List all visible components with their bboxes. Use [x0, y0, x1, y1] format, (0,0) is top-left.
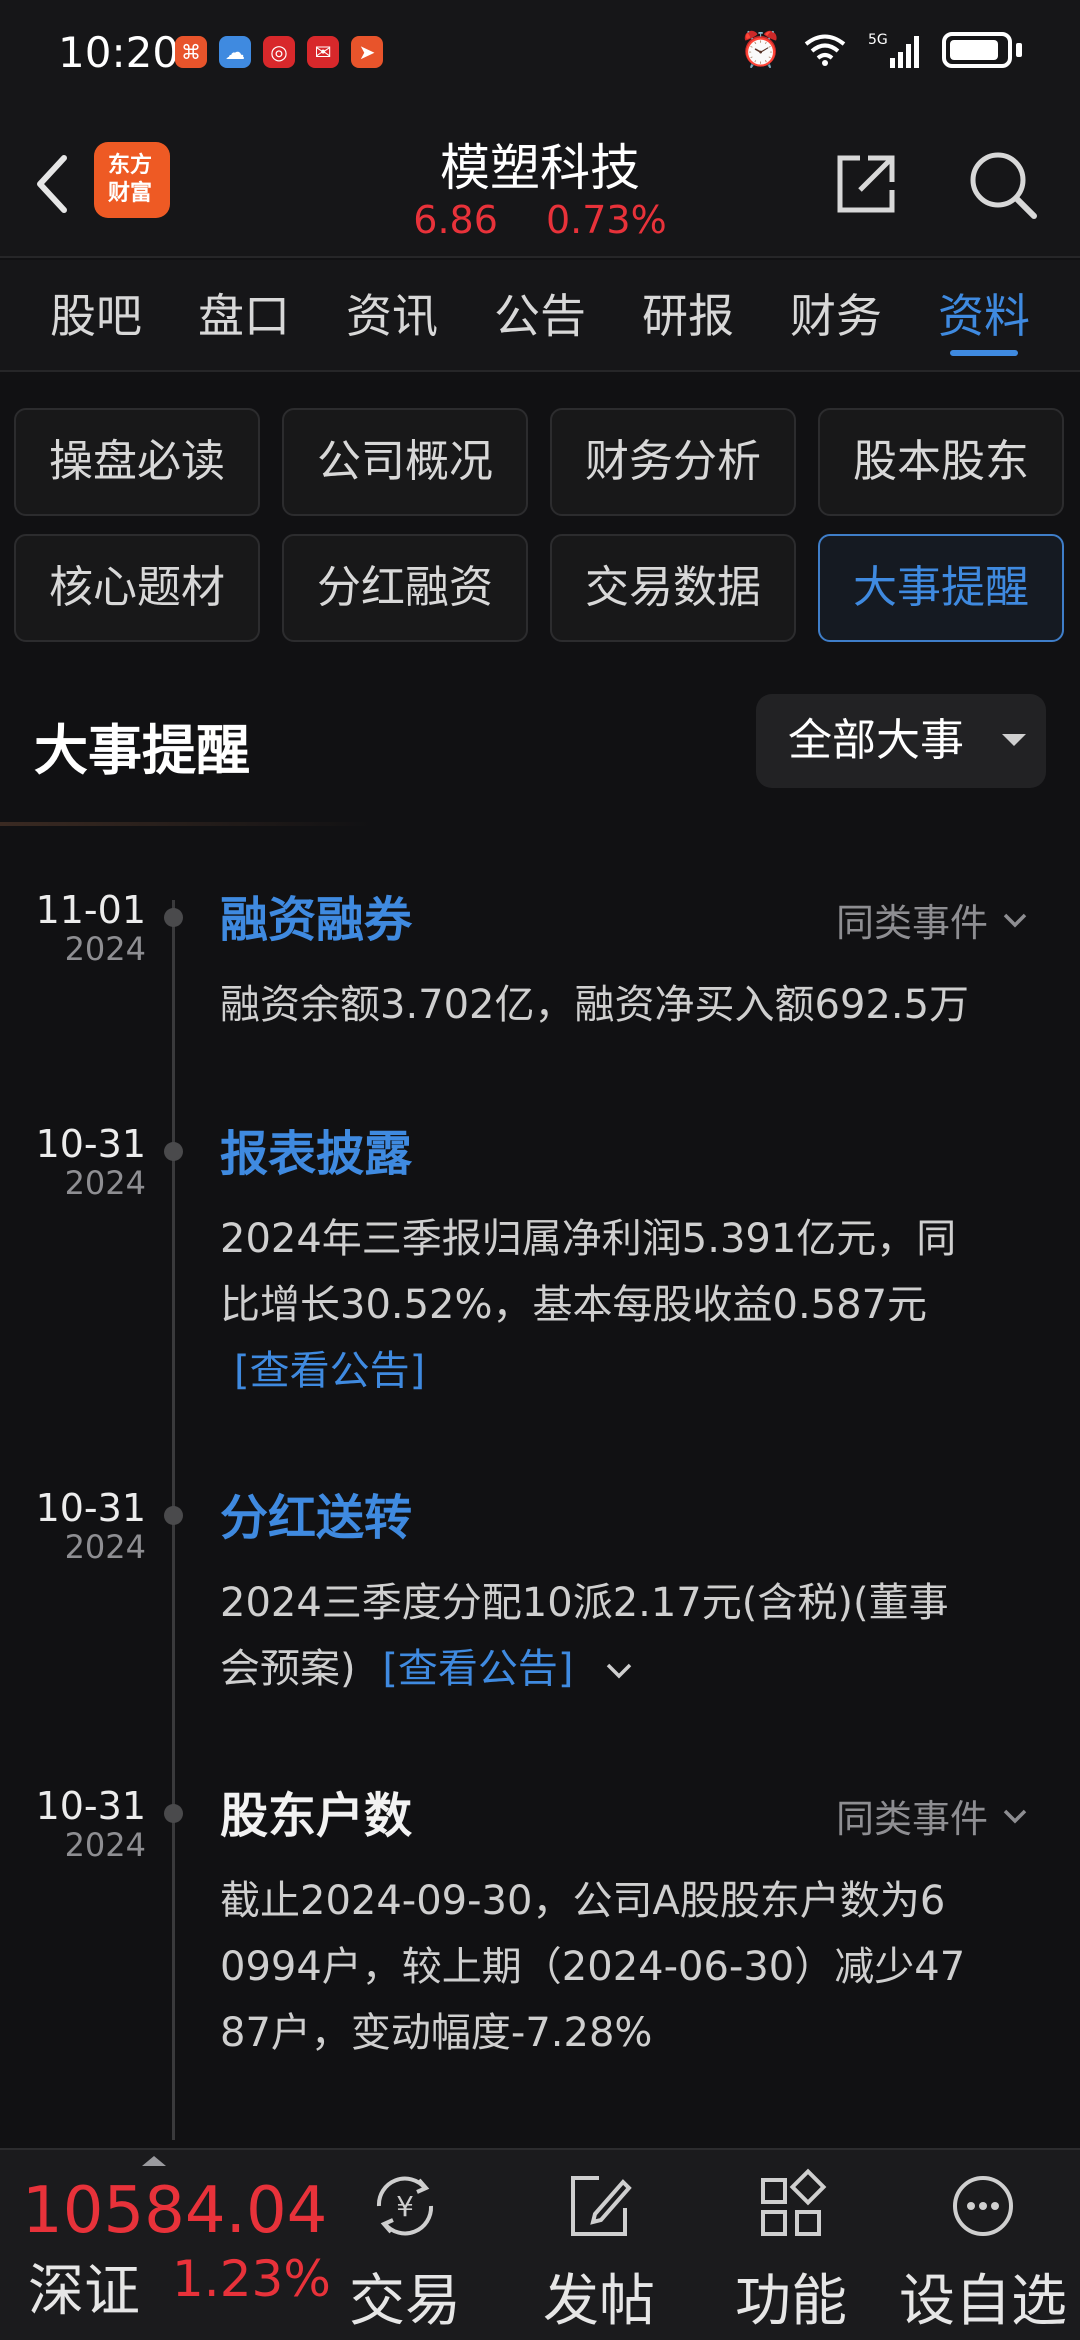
sub-dividends-financing[interactable]: 分红融资: [282, 534, 528, 642]
signal-icon: 5G: [868, 32, 919, 68]
event-title[interactable]: 融资融券: [220, 880, 412, 950]
event-body-line: 0994户，较上期（2024-06-30）减少47: [220, 1944, 966, 1990]
section-title: 大事提醒: [34, 719, 250, 782]
svg-text:¥: ¥: [396, 2190, 414, 2223]
nav-watchlist[interactable]: 设自选: [898, 2156, 1068, 2337]
event-title[interactable]: 分红送转: [220, 1478, 412, 1548]
event-body-line: 会预案): [220, 1646, 356, 1692]
event-date: 10-31: [35, 1486, 146, 1530]
timeline-dot: [164, 1506, 183, 1525]
dropdown-arrow-icon: [1002, 734, 1026, 746]
event-year: 2024: [64, 1528, 146, 1566]
index-change-pct[interactable]: 1.23%: [172, 2250, 331, 2308]
event-body-line: 比增长30.52%，基本每股收益0.587元: [220, 1282, 928, 1328]
notification-icons: ⌘ ☁ ◎ ✉ ➤: [175, 36, 383, 68]
nav-trade-label: 交易: [349, 2269, 461, 2334]
event-body: 2024三季度分配10派2.17元(含税)(董事 会预案) [查看公告]: [220, 1570, 1020, 1702]
timeline-dot: [164, 1142, 183, 1161]
event-title[interactable]: 股东户数: [220, 1776, 412, 1846]
battery-icon: [942, 32, 1012, 68]
timeline-dot: [164, 908, 183, 927]
sub-shareholders[interactable]: 股本股东: [818, 408, 1064, 516]
tab-profile[interactable]: 资料: [910, 260, 1058, 370]
tab-research[interactable]: 研报: [614, 260, 762, 370]
expand-caret-icon[interactable]: [142, 2156, 166, 2166]
event-body-line: 截止2024-09-30，公司A股股东户数为6: [220, 1878, 946, 1924]
nav-post-label: 发帖: [543, 2269, 655, 2334]
similar-events-button[interactable]: 同类事件: [836, 1788, 1028, 1843]
status-time: 10:20: [58, 28, 180, 77]
nav-functions-label: 功能: [735, 2269, 847, 2334]
search-icon[interactable]: [964, 146, 1040, 222]
filter-label: 全部大事: [788, 715, 964, 766]
more-dots-icon: [953, 2176, 1013, 2236]
stock-quote: 6.86 0.73%: [0, 198, 1080, 242]
tab-finance[interactable]: 财务: [762, 260, 910, 370]
expand-chevron-icon[interactable]: [604, 1659, 634, 1683]
chevron-down-icon: [1003, 913, 1027, 927]
system-icons: ⏰ 5G: [740, 30, 1022, 70]
index-value[interactable]: 10584.04: [22, 2174, 327, 2248]
news-notification-icon: ✉: [307, 36, 339, 68]
sub-core-themes[interactable]: 核心题材: [14, 534, 260, 642]
sub-must-read[interactable]: 操盘必读: [14, 408, 260, 516]
stock-change-pct: 0.73%: [545, 198, 667, 242]
sub-major-events[interactable]: 大事提醒: [818, 534, 1064, 642]
event-body: 融资余额3.702亿，融资净买入额692.5万: [220, 972, 1020, 1038]
share-icon[interactable]: [830, 148, 902, 220]
sub-company-overview[interactable]: 公司概况: [282, 408, 528, 516]
bottom-bar: 10584.04 深证 1.23% ¥ 交易 发帖 功能 设自选: [0, 2148, 1080, 2340]
event-year: 2024: [64, 1826, 146, 1864]
trade-icon: ¥: [376, 2176, 434, 2236]
tab-news[interactable]: 资讯: [318, 260, 466, 370]
event-title[interactable]: 报表披露: [220, 1114, 412, 1184]
profile-sub-menu: 操盘必读 公司概况 财务分析 股本股东 核心题材 分红融资 交易数据 大事提醒: [14, 408, 1066, 642]
sub-trading-data[interactable]: 交易数据: [550, 534, 796, 642]
event-year: 2024: [64, 1164, 146, 1202]
nav-functions[interactable]: 功能: [706, 2156, 876, 2337]
section-divider: [0, 822, 370, 826]
tab-pankou[interactable]: 盘口: [170, 260, 318, 370]
event-body: 截止2024-09-30，公司A股股东户数为6 0994户，较上期（2024-0…: [220, 1868, 1020, 2066]
similar-events-button[interactable]: 同类事件: [836, 892, 1028, 947]
chevron-down-icon: [1003, 1809, 1027, 1823]
view-announcement-link[interactable]: [查看公告]: [382, 1646, 573, 1692]
finance-notification-icon: ◎: [263, 36, 295, 68]
battery-cap: [1016, 43, 1022, 57]
grid-apps-icon: [761, 2168, 827, 2236]
event-date: 11-01: [35, 888, 146, 932]
timeline-dot: [164, 1804, 183, 1823]
main-tabs: 股吧 盘口 资讯 公告 研报 财务 资料: [0, 260, 1080, 372]
alarm-icon: ⏰: [739, 30, 782, 70]
event-year: 2024: [64, 930, 146, 968]
event-body-line: 2024三季度分配10派2.17元(含税)(董事: [220, 1580, 949, 1626]
view-announcement-link[interactable]: [查看公告]: [234, 1348, 425, 1394]
stock-name: 模塑科技: [440, 139, 640, 197]
similar-events-label: 同类事件: [835, 901, 988, 945]
similar-events-label: 同类事件: [835, 1797, 988, 1841]
nav-post[interactable]: 发帖: [514, 2156, 684, 2337]
nav-trade[interactable]: ¥ 交易: [320, 2156, 490, 2337]
event-date: 10-31: [35, 1784, 146, 1828]
tab-guba[interactable]: 股吧: [22, 260, 170, 370]
app-notification-icon: ⌘: [175, 36, 207, 68]
index-name[interactable]: 深证: [28, 2246, 140, 2327]
event-body: 2024年三季报归属净利润5.391亿元，同 比增长30.52%，基本每股收益0…: [220, 1206, 1020, 1404]
tab-announcements[interactable]: 公告: [466, 260, 614, 370]
event-filter-dropdown[interactable]: 全部大事: [756, 694, 1046, 788]
compose-icon: [571, 2176, 632, 2236]
event-body-line: 融资余额3.702亿，融资净买入额692.5万: [220, 982, 970, 1028]
message-notification-icon: ➤: [351, 36, 383, 68]
nav-watchlist-label: 设自选: [899, 2269, 1067, 2334]
event-body-line: 87户，变动幅度-7.28%: [220, 2010, 653, 2056]
stock-header: 东方 财富 模塑科技 6.86 0.73%: [0, 110, 1080, 258]
status-bar: 10:20 ⌘ ☁ ◎ ✉ ➤ ⏰ 5G: [0, 0, 1080, 110]
weather-notification-icon: ☁: [219, 36, 251, 68]
network-type: 5G: [868, 32, 888, 48]
event-date: 10-31: [35, 1122, 146, 1166]
event-body-line: 2024年三季报归属净利润5.391亿元，同: [220, 1216, 957, 1262]
sub-financial-analysis[interactable]: 财务分析: [550, 408, 796, 516]
stock-price: 6.86: [413, 198, 498, 242]
wifi-icon: [804, 34, 846, 66]
